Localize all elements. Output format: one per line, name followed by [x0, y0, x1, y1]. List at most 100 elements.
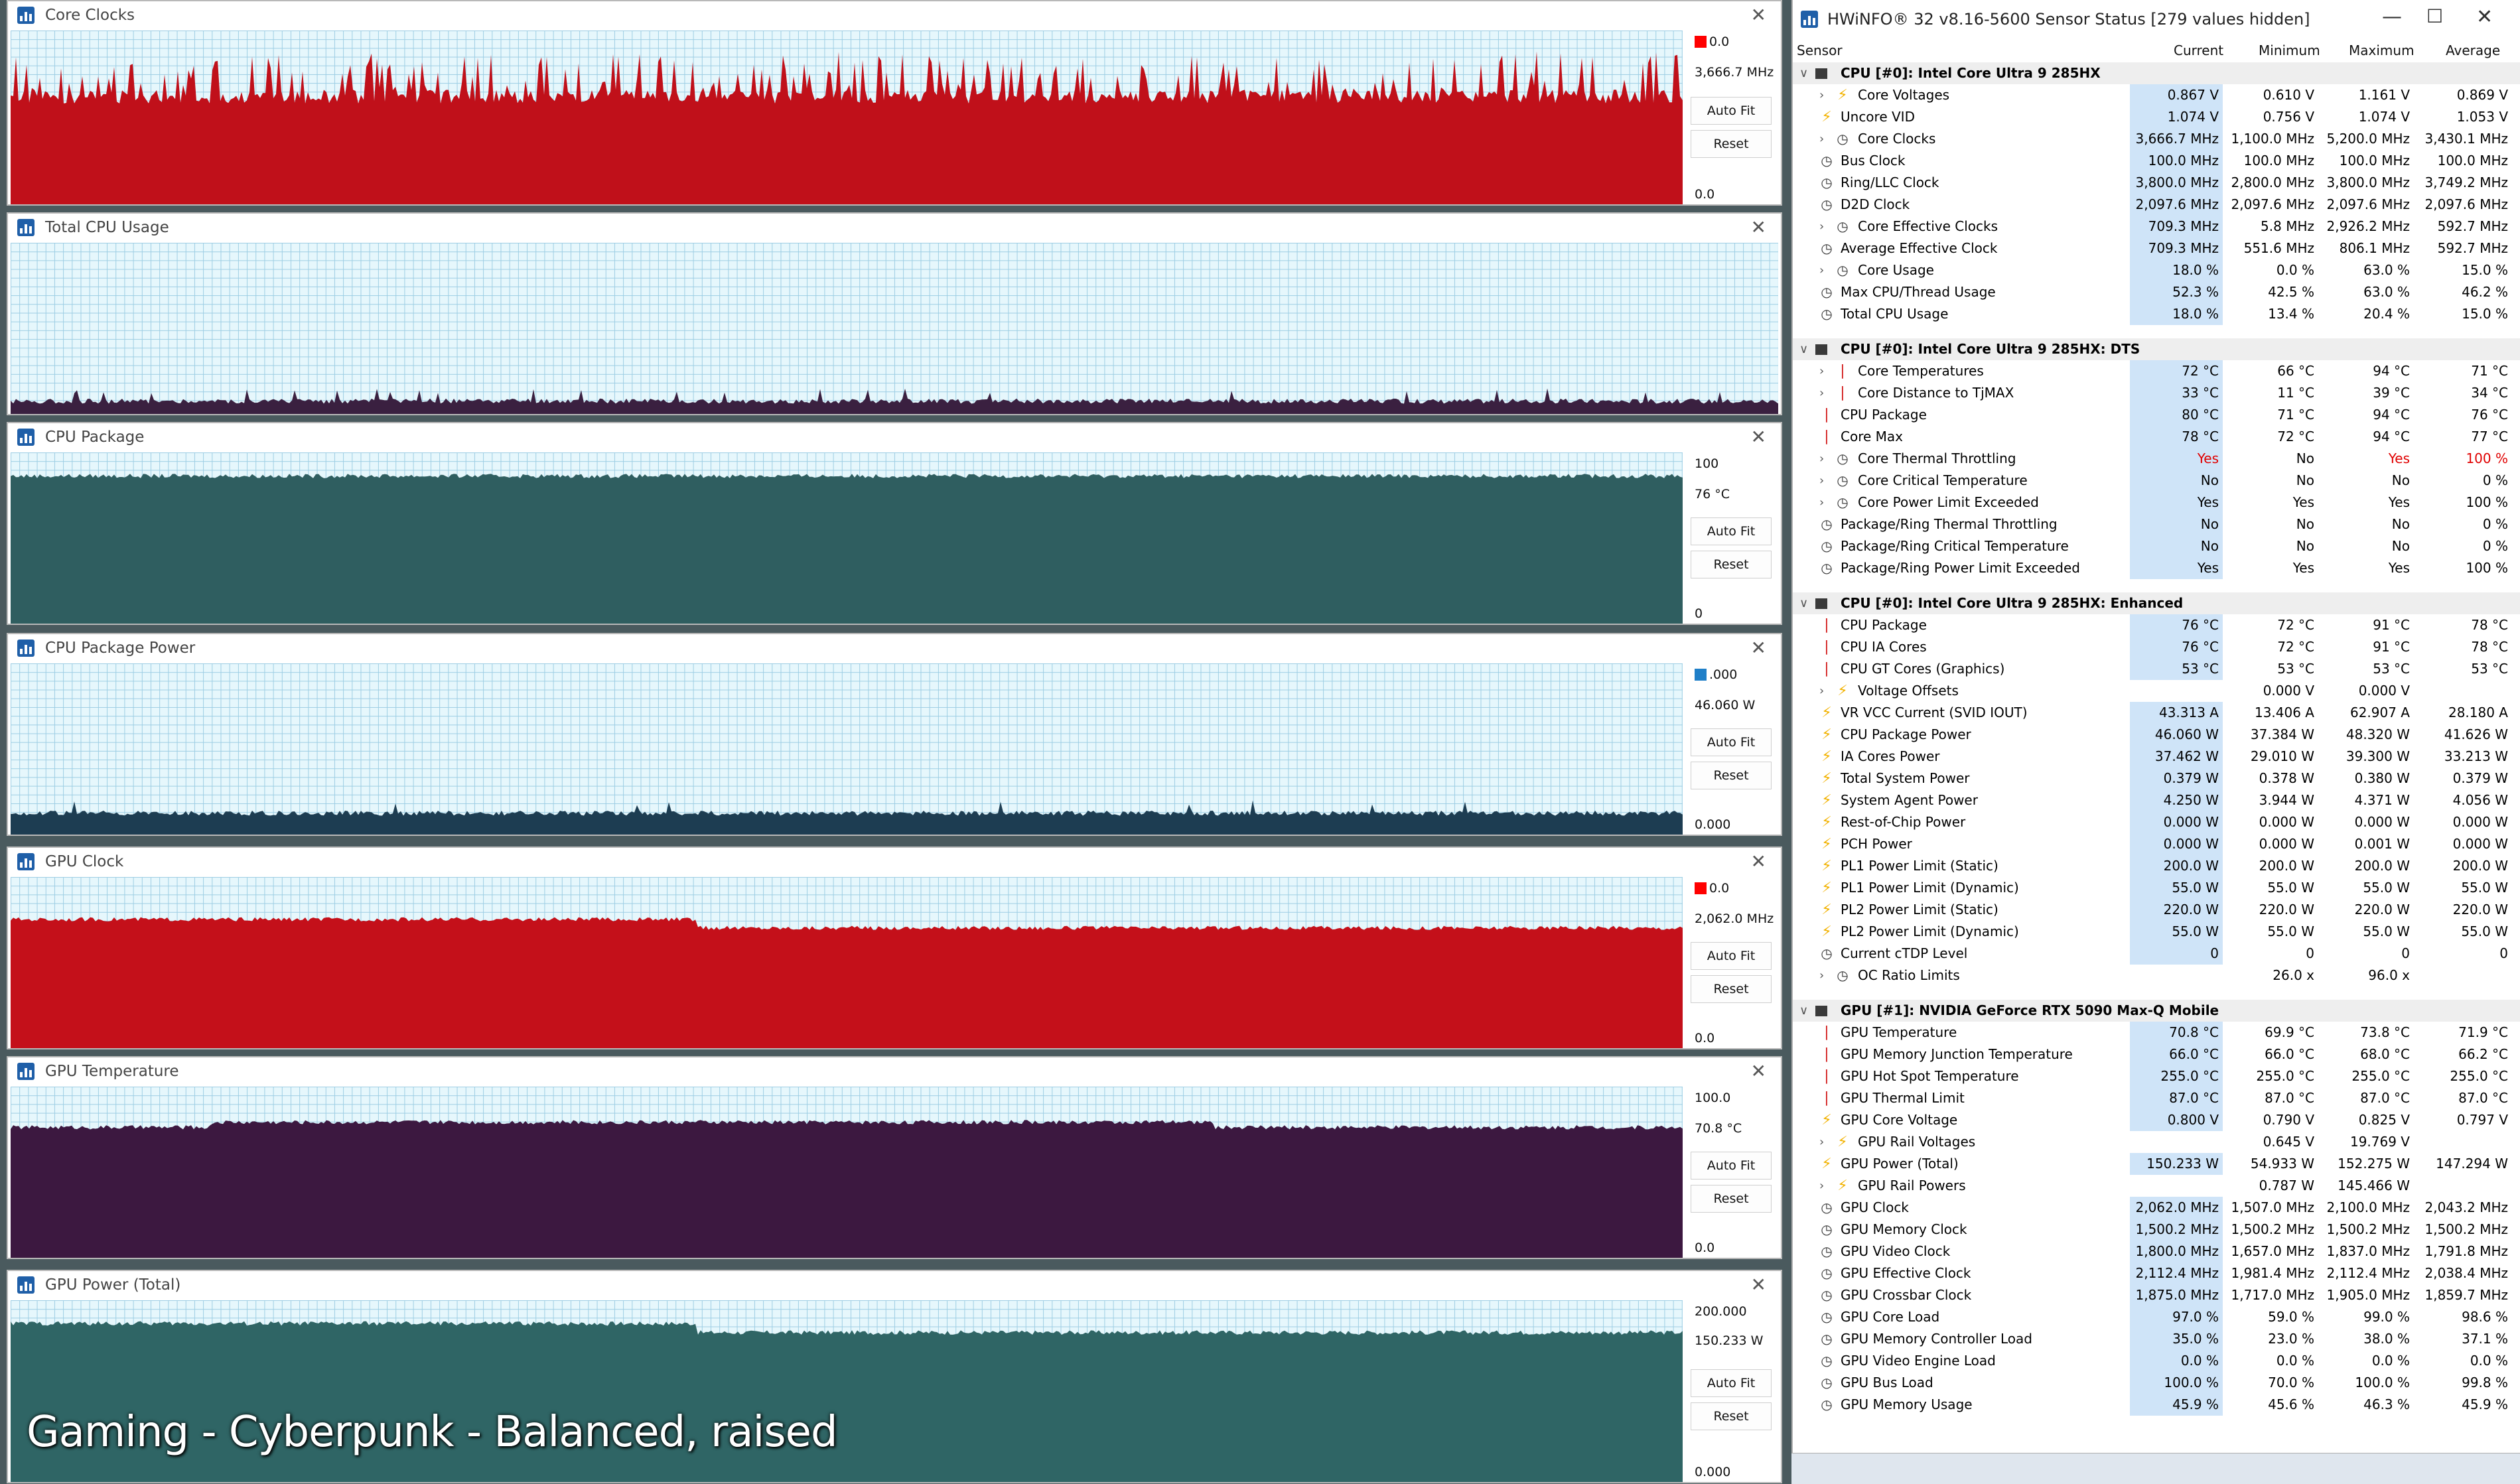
- reset-button[interactable]: Reset: [1691, 1185, 1772, 1213]
- sensor-row[interactable]: ⚡ CPU Package Power 46.060 W 37.384 W 48…: [1793, 724, 2520, 746]
- column-sensor[interactable]: Sensor: [1797, 42, 1843, 58]
- column-maximum[interactable]: Maximum: [2349, 42, 2415, 58]
- sensor-row[interactable]: › ◷ Core Critical Temperature No No No 0…: [1793, 470, 2520, 492]
- sensor-row[interactable]: ⚡ PL2 Power Limit (Dynamic) 55.0 W 55.0 …: [1793, 921, 2520, 943]
- close-icon[interactable]: ✕: [1751, 426, 1766, 448]
- sensor-row[interactable]: ◷ GPU Bus Load 100.0 % 70.0 % 100.0 % 99…: [1793, 1372, 2520, 1394]
- sensor-row[interactable]: ◷ Total CPU Usage 18.0 % 13.4 % 20.4 % 1…: [1793, 303, 2520, 325]
- sensor-row[interactable]: ⚡ PL1 Power Limit (Dynamic) 55.0 W 55.0 …: [1793, 877, 2520, 899]
- auto-fit-button[interactable]: Auto Fit: [1691, 1369, 1772, 1397]
- sensor-row[interactable]: ∣ GPU Temperature 70.8 °C 69.9 °C 73.8 °…: [1793, 1022, 2520, 1044]
- sensor-row[interactable]: ∣ CPU IA Cores 76 °C 72 °C 91 °C 78 °C: [1793, 636, 2520, 658]
- sensor-row[interactable]: ◷ Max CPU/Thread Usage 52.3 % 42.5 % 63.…: [1793, 281, 2520, 303]
- expand-chevron-icon[interactable]: ›: [1819, 360, 1824, 382]
- close-icon[interactable]: ✕: [1751, 1060, 1766, 1082]
- auto-fit-button[interactable]: Auto Fit: [1691, 517, 1772, 545]
- expand-chevron-icon[interactable]: ›: [1819, 680, 1824, 702]
- sensor-row[interactable]: ◷ GPU Memory Clock 1,500.2 MHz 1,500.2 M…: [1793, 1219, 2520, 1241]
- sensor-row[interactable]: ⚡ Total System Power 0.379 W 0.378 W 0.3…: [1793, 768, 2520, 789]
- sensor-row[interactable]: ∣ GPU Memory Junction Temperature 66.0 °…: [1793, 1044, 2520, 1065]
- sensor-row[interactable]: › ∣ Core Temperatures 72 °C 66 °C 94 °C …: [1793, 360, 2520, 382]
- sensor-row[interactable]: ⚡ PCH Power 0.000 W 0.000 W 0.001 W 0.00…: [1793, 833, 2520, 855]
- maximize-icon[interactable]: ☐: [2426, 5, 2443, 27]
- sensor-row[interactable]: › ◷ OC Ratio Limits 26.0 x 96.0 x: [1793, 965, 2520, 986]
- sensor-row[interactable]: ⚡ Rest-of-Chip Power 0.000 W 0.000 W 0.0…: [1793, 811, 2520, 833]
- expand-chevron-icon[interactable]: ›: [1819, 1131, 1824, 1153]
- sensor-row[interactable]: ∣ CPU Package 80 °C 71 °C 94 °C 76 °C: [1793, 404, 2520, 426]
- color-swatch[interactable]: [1695, 882, 1707, 894]
- sensor-row[interactable]: ◷ Bus Clock 100.0 MHz 100.0 MHz 100.0 MH…: [1793, 150, 2520, 172]
- sensor-row[interactable]: ◷ GPU Crossbar Clock 1,875.0 MHz 1,717.0…: [1793, 1284, 2520, 1306]
- expand-chevron-icon[interactable]: ›: [1819, 448, 1824, 470]
- sensor-row[interactable]: ∣ GPU Thermal Limit 87.0 °C 87.0 °C 87.0…: [1793, 1087, 2520, 1109]
- expand-chevron-icon[interactable]: ›: [1819, 259, 1824, 281]
- sensor-row[interactable]: ∣ CPU Package 76 °C 72 °C 91 °C 78 °C: [1793, 614, 2520, 636]
- sensor-row[interactable]: › ◷ Core Power Limit Exceeded Yes Yes Ye…: [1793, 492, 2520, 513]
- column-average[interactable]: Average: [2446, 42, 2500, 58]
- close-icon[interactable]: ✕: [1751, 1274, 1766, 1296]
- reset-button[interactable]: Reset: [1691, 1402, 1772, 1430]
- expand-chevron-icon[interactable]: ›: [1819, 965, 1824, 986]
- sensor-row[interactable]: ◷ GPU Effective Clock 2,112.4 MHz 1,981.…: [1793, 1262, 2520, 1284]
- reset-button[interactable]: Reset: [1691, 762, 1772, 789]
- reset-button[interactable]: Reset: [1691, 130, 1772, 158]
- sensor-row[interactable]: ◷ GPU Clock 2,062.0 MHz 1,507.0 MHz 2,10…: [1793, 1197, 2520, 1219]
- expand-chevron-icon[interactable]: ›: [1819, 84, 1824, 106]
- sensor-group-header[interactable]: ∨ CPU [#0]: Intel Core Ultra 9 285HX: [1793, 62, 2520, 84]
- sensor-row[interactable]: › ◷ Core Clocks 3,666.7 MHz 1,100.0 MHz …: [1793, 128, 2520, 150]
- sensor-row[interactable]: › ⚡ GPU Rail Voltages 0.645 V 19.769 V: [1793, 1131, 2520, 1153]
- collapse-chevron-icon[interactable]: ∨: [1799, 1000, 1808, 1022]
- sensor-row[interactable]: ◷ D2D Clock 2,097.6 MHz 2,097.6 MHz 2,09…: [1793, 194, 2520, 216]
- close-icon[interactable]: ✕: [1751, 637, 1766, 659]
- sensor-row[interactable]: › ⚡ Voltage Offsets 0.000 V 0.000 V: [1793, 680, 2520, 702]
- sensor-row[interactable]: › ⚡ Core Voltages 0.867 V 0.610 V 1.161 …: [1793, 84, 2520, 106]
- sensor-row[interactable]: ∣ GPU Hot Spot Temperature 255.0 °C 255.…: [1793, 1065, 2520, 1087]
- close-icon[interactable]: ✕: [1751, 216, 1766, 238]
- sensor-row[interactable]: › ◷ Core Usage 18.0 % 0.0 % 63.0 % 15.0 …: [1793, 259, 2520, 281]
- sensor-row[interactable]: ◷ Current cTDP Level 0 0 0 0: [1793, 943, 2520, 965]
- expand-chevron-icon[interactable]: ›: [1819, 492, 1824, 513]
- reset-button[interactable]: Reset: [1691, 975, 1772, 1003]
- sensor-group-header[interactable]: ∨ GPU [#1]: NVIDIA GeForce RTX 5090 Max-…: [1793, 1000, 2520, 1022]
- auto-fit-button[interactable]: Auto Fit: [1691, 728, 1772, 756]
- sensor-row[interactable]: › ⚡ GPU Rail Powers 0.787 W 145.466 W: [1793, 1175, 2520, 1197]
- reset-button[interactable]: Reset: [1691, 551, 1772, 578]
- auto-fit-button[interactable]: Auto Fit: [1691, 942, 1772, 970]
- color-swatch[interactable]: [1695, 36, 1707, 48]
- color-swatch[interactable]: [1695, 669, 1707, 681]
- sensor-row[interactable]: ◷ GPU Video Clock 1,800.0 MHz 1,657.0 MH…: [1793, 1241, 2520, 1262]
- sensor-row[interactable]: ◷ Average Effective Clock 709.3 MHz 551.…: [1793, 237, 2520, 259]
- column-minimum[interactable]: Minimum: [2259, 42, 2320, 58]
- expand-chevron-icon[interactable]: ›: [1819, 382, 1824, 404]
- expand-chevron-icon[interactable]: ›: [1819, 216, 1824, 237]
- sensor-row[interactable]: ⚡ PL1 Power Limit (Static) 200.0 W 200.0…: [1793, 855, 2520, 877]
- expand-chevron-icon[interactable]: ›: [1819, 1175, 1824, 1197]
- collapse-chevron-icon[interactable]: ∨: [1799, 338, 1808, 360]
- sensor-row[interactable]: ◷ GPU Core Load 97.0 % 59.0 % 99.0 % 98.…: [1793, 1306, 2520, 1328]
- sensor-row[interactable]: ◷ Package/Ring Thermal Throttling No No …: [1793, 513, 2520, 535]
- sensor-row[interactable]: › ∣ Core Distance to TjMAX 33 °C 11 °C 3…: [1793, 382, 2520, 404]
- sensor-row[interactable]: ◷ Package/Ring Critical Temperature No N…: [1793, 535, 2520, 557]
- expand-chevron-icon[interactable]: ›: [1819, 128, 1824, 150]
- sensor-row[interactable]: ∣ Core Max 78 °C 72 °C 94 °C 77 °C: [1793, 426, 2520, 448]
- sensor-row[interactable]: › ◷ Core Effective Clocks 709.3 MHz 5.8 …: [1793, 216, 2520, 237]
- sensor-row[interactable]: ∣ CPU GT Cores (Graphics) 53 °C 53 °C 53…: [1793, 658, 2520, 680]
- sensor-row[interactable]: ⚡ GPU Power (Total) 150.233 W 54.933 W 1…: [1793, 1153, 2520, 1175]
- collapse-chevron-icon[interactable]: ∨: [1799, 62, 1808, 84]
- close-icon[interactable]: ✕: [1751, 850, 1766, 872]
- sensor-row[interactable]: ⚡ System Agent Power 4.250 W 3.944 W 4.3…: [1793, 789, 2520, 811]
- auto-fit-button[interactable]: Auto Fit: [1691, 97, 1772, 125]
- sensor-row[interactable]: ◷ Package/Ring Power Limit Exceeded Yes …: [1793, 557, 2520, 579]
- sensor-row[interactable]: ⚡ PL2 Power Limit (Static) 220.0 W 220.0…: [1793, 899, 2520, 921]
- sensor-row[interactable]: ⚡ Uncore VID 1.074 V 0.756 V 1.074 V 1.0…: [1793, 106, 2520, 128]
- sensor-row[interactable]: ⚡ GPU Core Voltage 0.800 V 0.790 V 0.825…: [1793, 1109, 2520, 1131]
- collapse-chevron-icon[interactable]: ∨: [1799, 592, 1808, 614]
- expand-chevron-icon[interactable]: ›: [1819, 470, 1824, 492]
- close-icon[interactable]: ✕: [1751, 4, 1766, 26]
- sensor-row[interactable]: ⚡ IA Cores Power 37.462 W 29.010 W 39.30…: [1793, 746, 2520, 768]
- column-current[interactable]: Current: [2174, 42, 2223, 58]
- sensor-row[interactable]: › ◷ Core Thermal Throttling Yes No Yes 1…: [1793, 448, 2520, 470]
- minimize-icon[interactable]: —: [2382, 5, 2402, 29]
- sensor-row[interactable]: ⚡ VR VCC Current (SVID IOUT) 43.313 A 13…: [1793, 702, 2520, 724]
- sensor-row[interactable]: ◷ GPU Memory Usage 45.9 % 45.6 % 46.3 % …: [1793, 1394, 2520, 1416]
